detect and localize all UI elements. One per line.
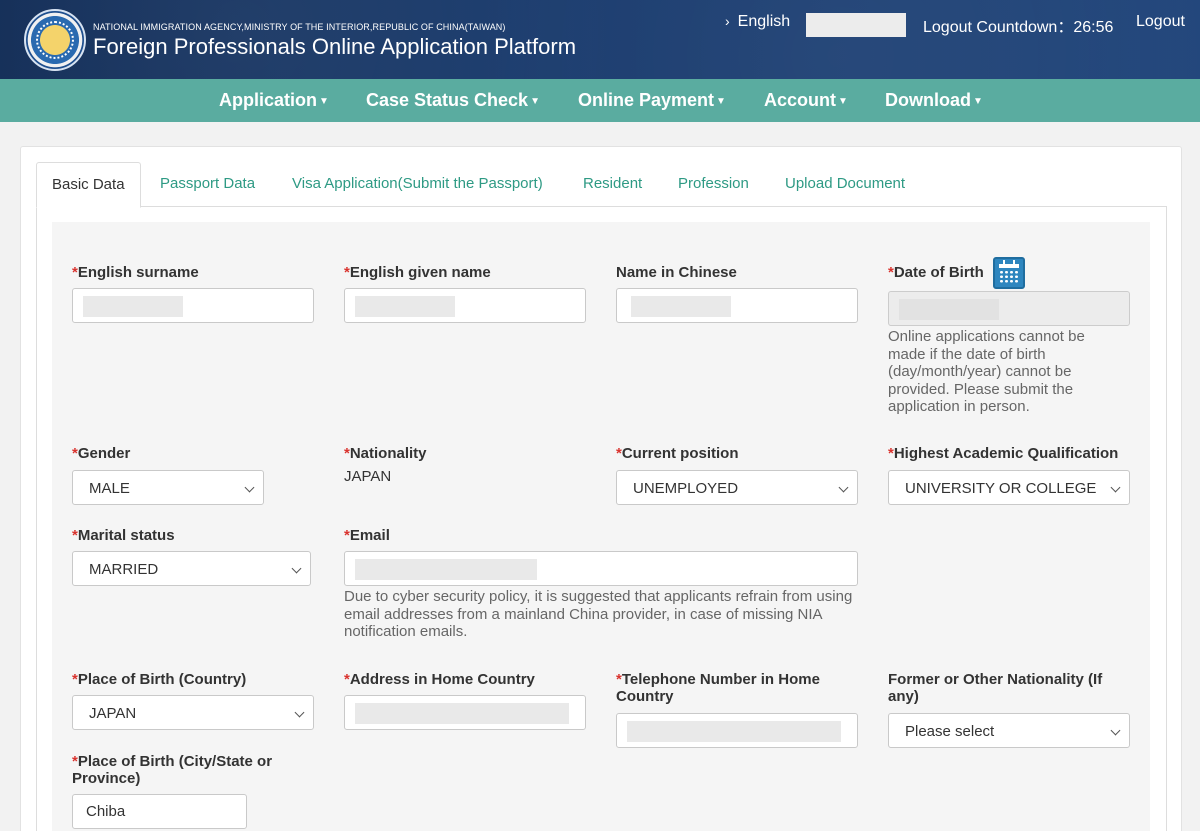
nav-case-status-check[interactable]: Case Status Check ▼: [366, 90, 540, 111]
english-given-name-label: *English given name: [344, 264, 491, 281]
tab-profession[interactable]: Profession: [678, 162, 749, 207]
email-label: *Email: [344, 527, 390, 544]
gender-label: *Gender: [72, 445, 131, 462]
place-of-birth-country-label: *Place of Birth (Country): [72, 671, 247, 688]
agency-logo[interactable]: [24, 9, 86, 71]
highest-qualification-label: *Highest Academic Qualification: [888, 445, 1119, 462]
redacted-value: [631, 296, 731, 317]
tab-resident[interactable]: Resident: [583, 162, 642, 207]
form-tabs: Basic Data Passport Data Visa Applicatio…: [36, 162, 1167, 208]
caret-down-icon: ▼: [530, 96, 540, 107]
chevron-down-icon: [1110, 482, 1121, 493]
date-of-birth-help: Online applications cannot be made if th…: [888, 328, 1085, 415]
chevron-right-icon: ›: [725, 13, 730, 29]
logout-countdown: Logout Countdown：26:56: [923, 19, 1114, 36]
caret-down-icon: ▼: [838, 96, 848, 107]
email-help: Due to cyber security policy, it is sugg…: [344, 588, 853, 640]
tab-upload-document[interactable]: Upload Document: [785, 162, 905, 207]
place-of-birth-city-input[interactable]: Chiba: [72, 794, 247, 829]
main-nav: Application ▼ Case Status Check ▼ Online P…: [0, 79, 1200, 122]
redacted-value: [899, 299, 999, 320]
nationality-label: *Nationality: [344, 445, 427, 462]
tab-passport-data[interactable]: Passport Data: [160, 162, 255, 207]
highest-qualification-select[interactable]: UNIVERSITY OR COLLEGE: [888, 470, 1130, 505]
redacted-value: [355, 296, 455, 317]
former-nationality-label: Former or Other Nationality (If any): [888, 671, 1103, 705]
email-input[interactable]: [344, 551, 858, 586]
caret-down-icon: ▼: [973, 96, 983, 107]
nav-account[interactable]: Account ▼: [764, 90, 848, 111]
telephone-home-country-input[interactable]: [616, 713, 858, 748]
chevron-down-icon: [244, 482, 255, 493]
name-in-chinese-label: Name in Chinese: [616, 264, 737, 281]
user-name-redacted: [806, 13, 906, 37]
current-position-select[interactable]: UNEMPLOYED: [616, 470, 858, 505]
tab-visa-application[interactable]: Visa Application(Submit the Passport): [292, 162, 543, 207]
site-header: NATIONAL IMMIGRATION AGENCY,MINISTRY OF …: [0, 0, 1200, 79]
chevron-down-icon: [294, 707, 305, 718]
marital-status-label: *Marital status: [72, 527, 175, 544]
logout-link[interactable]: Logout: [1136, 13, 1185, 31]
english-surname-label: *English surname: [72, 264, 199, 281]
former-nationality-select[interactable]: Please select: [888, 713, 1130, 748]
nav-application[interactable]: Application ▼: [219, 90, 329, 111]
chevron-down-icon: [291, 563, 302, 574]
tab-basic-data[interactable]: Basic Data: [36, 162, 141, 208]
date-of-birth-label: *Date of Birth: [888, 264, 984, 281]
redacted-value: [355, 703, 569, 724]
redacted-value: [83, 296, 183, 317]
place-of-birth-city-label: *Place of Birth (City/State or Province): [72, 753, 273, 787]
calendar-icon[interactable]: [993, 257, 1025, 289]
english-surname-input[interactable]: [72, 288, 314, 323]
language-selector[interactable]: › English: [725, 13, 790, 31]
gender-select[interactable]: MALE: [72, 470, 264, 505]
nav-online-payment[interactable]: Online Payment ▼: [578, 90, 726, 111]
current-position-label: *Current position: [616, 445, 739, 462]
date-of-birth-input[interactable]: [888, 291, 1130, 326]
platform-title[interactable]: Foreign Professionals Online Application…: [93, 34, 576, 60]
name-in-chinese-input[interactable]: [616, 288, 858, 323]
redacted-value: [355, 559, 537, 580]
redacted-value: [627, 721, 841, 742]
address-home-country-label: *Address in Home Country: [344, 671, 535, 688]
address-home-country-input[interactable]: [344, 695, 586, 730]
agency-name: NATIONAL IMMIGRATION AGENCY,MINISTRY OF …: [93, 22, 506, 32]
marital-status-select[interactable]: MARRIED: [72, 551, 311, 586]
telephone-home-country-label: *Telephone Number in Home Country: [616, 671, 820, 705]
caret-down-icon: ▼: [716, 96, 726, 107]
english-given-name-input[interactable]: [344, 288, 586, 323]
nationality-value: JAPAN: [344, 468, 392, 485]
chevron-down-icon: [838, 482, 849, 493]
language-label: English: [737, 13, 791, 30]
chevron-down-icon: [1110, 725, 1121, 736]
place-of-birth-country-select[interactable]: JAPAN: [72, 695, 314, 730]
nav-download[interactable]: Download ▼: [885, 90, 983, 111]
caret-down-icon: ▼: [319, 96, 329, 107]
